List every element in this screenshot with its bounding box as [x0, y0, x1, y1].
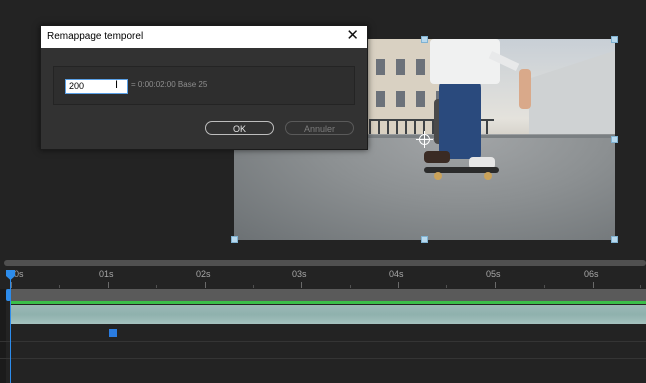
layer-label-strip [11, 301, 646, 304]
transform-handle-bottom[interactable] [421, 236, 428, 243]
ruler-tick [398, 282, 399, 288]
work-area-bar[interactable] [11, 289, 646, 301]
time-remap-property-row [0, 324, 646, 342]
cancel-button[interactable]: Annuler [285, 121, 354, 135]
ruler-tick [593, 282, 594, 288]
frame-background-person-2 [519, 69, 531, 109]
ruler-minor-tick [544, 285, 545, 288]
ok-button[interactable]: OK [205, 121, 274, 135]
row-divider [0, 358, 646, 359]
dialog-titlebar[interactable]: Remappage temporel ✕ [41, 26, 367, 48]
ruler-minor-tick [350, 285, 351, 288]
ruler-label: 05s [486, 269, 501, 279]
ruler-tick [495, 282, 496, 288]
transform-handle-top-right[interactable] [611, 36, 618, 43]
ruler-label: 06s [584, 269, 599, 279]
frames-input[interactable]: 200 [65, 79, 128, 94]
ruler-label: 02s [196, 269, 211, 279]
ruler-tick [11, 282, 12, 288]
timecode-equivalent: = 0:00:02:00 Base 25 [131, 80, 208, 89]
time-remap-dialog: Remappage temporel ✕ 200 I = 0:00:02:00 … [40, 25, 368, 150]
close-icon[interactable]: ✕ [346, 27, 359, 45]
transform-handle-right[interactable] [611, 136, 618, 143]
anchor-point-icon[interactable] [416, 131, 433, 148]
keyframe-icon[interactable] [109, 329, 117, 337]
ruler-minor-tick [640, 285, 641, 288]
ruler-minor-tick [156, 285, 157, 288]
frame-skater-shirt [430, 39, 500, 84]
ruler-tick [205, 282, 206, 288]
transform-handle-bottom-right[interactable] [611, 236, 618, 243]
ruler-minor-tick [446, 285, 447, 288]
layer-duration-bar[interactable] [11, 305, 646, 324]
frame-skater-shoe [424, 151, 450, 163]
ruler-label: 04s [389, 269, 404, 279]
transform-handle-bottom-left[interactable] [231, 236, 238, 243]
dialog-title: Remappage temporel [47, 31, 144, 42]
frame-wheel [434, 172, 442, 180]
transform-handle-top[interactable] [421, 36, 428, 43]
frames-panel: 200 I = 0:00:02:00 Base 25 [53, 66, 355, 105]
ruler-tick [108, 282, 109, 288]
frame-wheel [484, 172, 492, 180]
text-cursor-icon: I [115, 79, 119, 91]
time-ruler[interactable]: 00s 01s 02s 03s 04s 05s 06s [0, 267, 646, 290]
ruler-tick [301, 282, 302, 288]
timeline-panel: 00s 01s 02s 03s 04s 05s 06s [0, 258, 646, 383]
playhead-line[interactable] [10, 272, 11, 383]
ruler-minor-tick [59, 285, 60, 288]
ruler-label: 03s [292, 269, 307, 279]
ruler-label: 01s [99, 269, 114, 279]
time-navigator-bar[interactable] [4, 260, 646, 266]
ruler-minor-tick [253, 285, 254, 288]
frame-skater-legs [439, 74, 481, 159]
